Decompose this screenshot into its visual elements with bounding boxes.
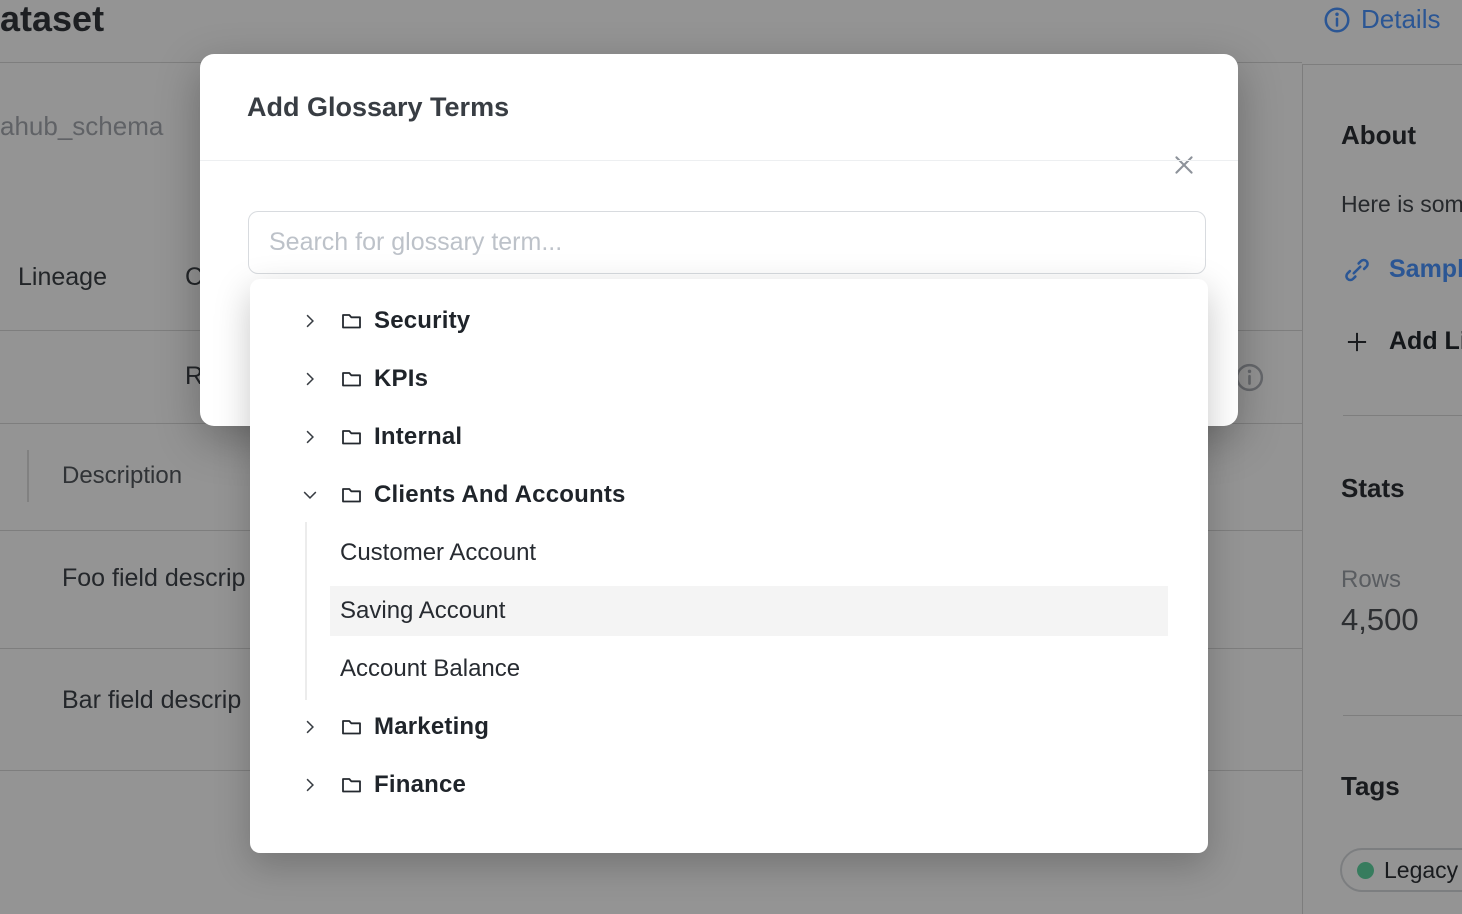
tree-term-account-balance[interactable]: Account Balance [250,640,1208,698]
folder-icon [339,425,364,449]
chevron-right-icon[interactable] [300,369,320,389]
chevron-right-icon[interactable] [300,311,320,331]
folder-icon [339,367,364,391]
tree-folder-marketing[interactable]: Marketing [250,698,1208,756]
tree-folder-label: Security [374,307,470,335]
tree-indent-guide [305,522,307,700]
folder-icon [339,715,364,739]
tree-term-customer-account[interactable]: Customer Account [250,524,1208,582]
tree-folder-finance[interactable]: Finance [250,756,1208,814]
folder-icon [339,309,364,333]
glossary-search-input[interactable] [248,211,1206,274]
tree-folder-clients-and-accounts[interactable]: Clients And Accounts [250,466,1208,524]
app-screen: ataset ahub_schema Lineage C R Descripti… [0,0,1462,914]
chevron-right-icon[interactable] [300,427,320,447]
modal-header-divider [200,160,1238,161]
tree-folder-internal[interactable]: Internal [250,408,1208,466]
chevron-down-icon[interactable] [300,485,320,505]
tree-folder-label: KPIs [374,365,428,393]
modal-header: Add Glossary Terms [247,54,509,160]
tree-folder-kpis[interactable]: KPIs [250,350,1208,408]
folder-icon [339,483,364,507]
tree-term-label[interactable]: Customer Account [330,528,1168,578]
tree-folder-label: Internal [374,423,462,451]
tree-folder-security[interactable]: Security [250,292,1208,350]
folder-icon [339,773,364,797]
tree-term-saving-account[interactable]: Saving Account [250,582,1208,640]
tree-term-label[interactable]: Account Balance [330,644,1168,694]
chevron-right-icon[interactable] [300,717,320,737]
glossary-term-dropdown: Security KPIs Internal [250,279,1208,853]
chevron-right-icon[interactable] [300,775,320,795]
tree-folder-label: Finance [374,771,466,799]
tree-folder-label: Marketing [374,713,489,741]
modal-title: Add Glossary Terms [247,92,509,123]
tree-folder-label: Clients And Accounts [374,481,626,509]
tree-term-label-highlighted[interactable]: Saving Account [330,586,1168,636]
close-icon[interactable] [1170,151,1198,179]
